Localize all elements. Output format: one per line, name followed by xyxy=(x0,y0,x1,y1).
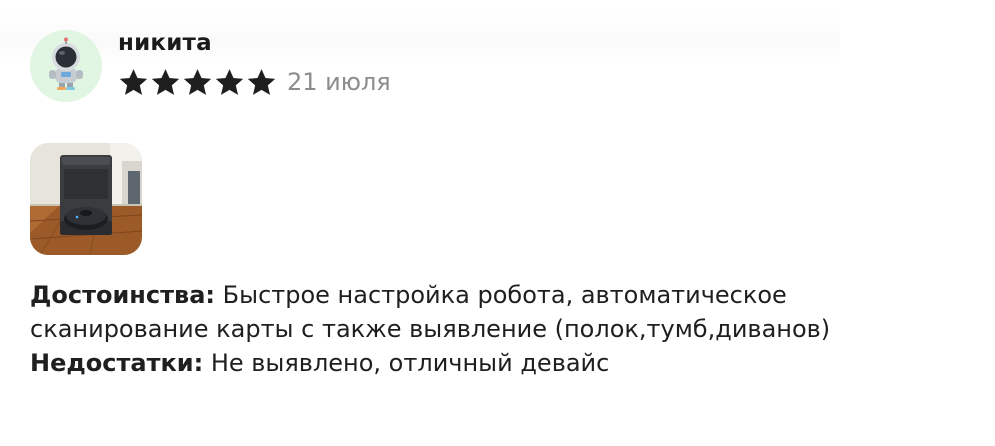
review-text: Достоинства: Быстрое настройка робота, а… xyxy=(30,278,970,380)
astronaut-avatar-icon xyxy=(30,30,102,102)
star-icon xyxy=(183,69,212,95)
author-avatar[interactable] xyxy=(30,30,102,102)
star-icon xyxy=(151,69,180,95)
review-date: 21 июля xyxy=(287,68,391,96)
star-icon xyxy=(247,69,276,95)
pros-paragraph: Достоинства: Быстрое настройка робота, а… xyxy=(30,278,970,346)
rating-stars xyxy=(118,67,277,98)
robot-vacuum-photo xyxy=(30,143,142,255)
cons-paragraph: Недостатки: Не выявлено, отличный девайс xyxy=(30,346,970,380)
review-card: никита 21 июля Достоинства: Быстрое наст… xyxy=(0,0,995,446)
star-icon xyxy=(119,69,148,95)
review-photo-thumbnail[interactable] xyxy=(30,143,142,255)
author-name[interactable]: никита xyxy=(118,30,212,56)
cons-text: Не выявлено, отличный девайс xyxy=(210,349,610,377)
star-icon xyxy=(215,69,244,95)
pros-label: Достоинства: xyxy=(30,281,216,309)
cons-label: Недостатки: xyxy=(30,349,204,377)
